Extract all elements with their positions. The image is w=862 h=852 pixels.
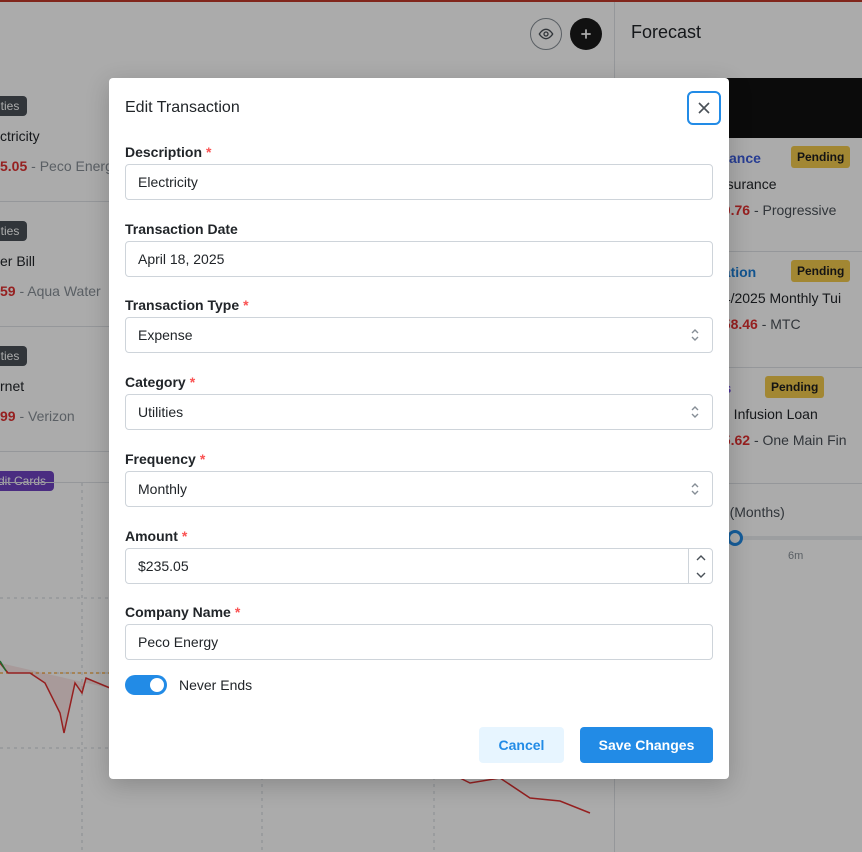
toggle-knob — [150, 678, 164, 692]
increment-button[interactable] — [689, 549, 712, 566]
chevron-updown-icon — [691, 329, 699, 341]
transaction-date-input[interactable]: April 18, 2025 — [125, 241, 713, 277]
chevron-up-icon — [696, 554, 705, 560]
description-field: Description * Electricity — [125, 142, 713, 200]
category-label: Category * — [125, 374, 196, 390]
chevron-down-icon — [696, 572, 705, 578]
transaction-type-field: Transaction Type * Expense — [125, 295, 713, 353]
chevron-updown-icon — [691, 406, 699, 418]
cancel-button[interactable]: Cancel — [479, 727, 564, 763]
frequency-value: Monthly — [138, 481, 188, 497]
save-changes-button[interactable]: Save Changes — [580, 727, 713, 763]
modal-title: Edit Transaction — [125, 99, 240, 116]
transaction-type-value: Expense — [138, 327, 193, 343]
chevron-updown-icon — [691, 483, 699, 495]
frequency-field: Frequency * Monthly — [125, 449, 713, 507]
frequency-select[interactable]: Monthly — [125, 471, 713, 507]
never-ends-label: Never Ends — [179, 677, 253, 693]
transaction-type-label: Transaction Type * — [125, 297, 249, 313]
close-button[interactable] — [687, 91, 721, 125]
amount-value: $235.05 — [138, 558, 189, 574]
edit-transaction-modal: Edit Transaction Description * Electricit… — [109, 78, 729, 779]
amount-label: Amount * — [125, 528, 188, 544]
description-label: Description * — [125, 144, 212, 160]
category-field: Category * Utilities — [125, 372, 713, 430]
amount-stepper — [688, 549, 712, 583]
transaction-date-field: Transaction Date April 18, 2025 — [125, 219, 713, 277]
category-select[interactable]: Utilities — [125, 394, 713, 430]
category-value: Utilities — [138, 404, 184, 420]
company-name-field: Company Name * Peco Energy — [125, 602, 713, 660]
frequency-label: Frequency * — [125, 451, 206, 467]
close-icon — [698, 102, 710, 114]
transaction-type-select[interactable]: Expense — [125, 317, 713, 353]
decrement-button[interactable] — [689, 566, 712, 583]
amount-field: Amount * $235.05 — [125, 526, 713, 584]
amount-input[interactable]: $235.05 — [125, 548, 713, 584]
never-ends-toggle[interactable] — [125, 675, 167, 695]
company-name-input[interactable]: Peco Energy — [125, 624, 713, 660]
transaction-date-label: Transaction Date — [125, 221, 238, 237]
company-name-label: Company Name * — [125, 604, 241, 620]
description-input[interactable]: Electricity — [125, 164, 713, 200]
